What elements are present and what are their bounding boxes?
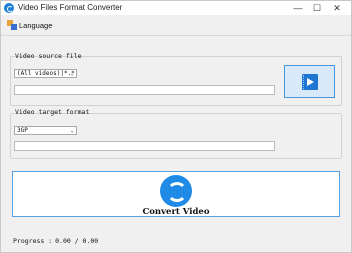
window-title: Video Files Format Converter bbox=[18, 3, 123, 12]
target-format-select[interactable]: 3GP ⌄ bbox=[14, 126, 77, 135]
target-group bbox=[10, 113, 342, 159]
convert-video-label: Convert Video bbox=[142, 207, 210, 217]
convert-video-button[interactable]: Convert Video bbox=[12, 171, 340, 217]
menu-separator bbox=[1, 35, 351, 36]
source-group-label: Video source file bbox=[15, 52, 82, 60]
progress-status: Progress :0.00 / 0.00 bbox=[13, 237, 98, 245]
source-filter-value: (All videos)|*.* bbox=[17, 70, 75, 77]
close-button[interactable]: ✕ bbox=[328, 1, 346, 15]
progress-label: Progress : bbox=[13, 237, 53, 245]
open-video-button[interactable] bbox=[284, 65, 335, 98]
source-filter-select[interactable]: (All videos)|*.* ⌄ bbox=[14, 69, 77, 78]
source-path-input[interactable] bbox=[14, 85, 275, 95]
maximize-button[interactable]: ☐ bbox=[308, 1, 326, 15]
target-path-input[interactable] bbox=[14, 141, 275, 151]
minimize-button[interactable]: — bbox=[289, 1, 307, 15]
chevron-down-icon: ⌄ bbox=[70, 127, 74, 134]
language-label: Language bbox=[19, 20, 53, 30]
convert-refresh-icon bbox=[160, 175, 192, 207]
progress-value: 0.00 / 0.00 bbox=[55, 237, 99, 245]
title-bar: Video Files Format Converter — ☐ ✕ bbox=[1, 1, 351, 15]
language-menu[interactable]: Language bbox=[7, 19, 52, 31]
app-icon bbox=[4, 3, 14, 13]
target-format-value: 3GP bbox=[17, 127, 28, 134]
target-group-label: Video target format bbox=[15, 108, 90, 116]
video-file-icon bbox=[302, 74, 318, 90]
language-icon bbox=[7, 20, 17, 30]
chevron-down-icon: ⌄ bbox=[70, 70, 74, 77]
app-window: Video Files Format Converter — ☐ ✕ Langu… bbox=[0, 0, 352, 253]
